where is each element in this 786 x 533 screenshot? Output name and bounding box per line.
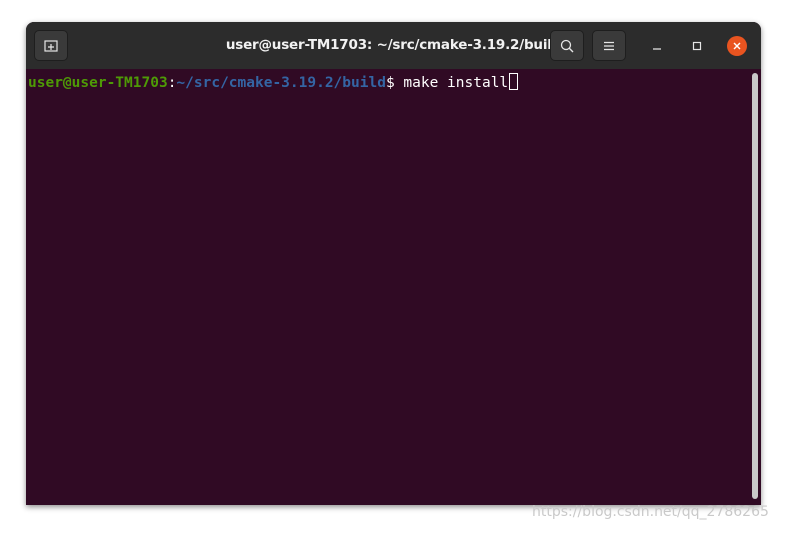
search-icon — [560, 39, 574, 52]
new-tab-icon — [44, 39, 58, 52]
watermark: https://blog.csdn.net/qq_2786265 — [532, 504, 769, 520]
command-line: user@user-TM1703:~/src/cmake-3.19.2/buil… — [28, 73, 519, 92]
terminal-area[interactable]: user@user-TM1703:~/src/cmake-3.19.2/buil… — [26, 69, 761, 505]
text-cursor — [509, 73, 519, 90]
prompt-user: user@user-TM1703 — [28, 75, 168, 91]
minimize-button[interactable] — [647, 36, 667, 56]
new-tab-button[interactable] — [34, 30, 68, 61]
vertical-scrollbar[interactable] — [752, 73, 758, 499]
menu-button[interactable] — [592, 30, 626, 61]
prompt-path: ~/src/cmake-3.19.2/build — [176, 75, 386, 91]
typed-command: make install — [403, 75, 509, 91]
close-button[interactable] — [727, 36, 747, 56]
maximize-icon — [692, 41, 702, 51]
close-icon — [733, 42, 741, 50]
search-button[interactable] — [550, 30, 584, 61]
hamburger-menu-icon — [604, 41, 614, 50]
prompt-dollar: $ — [385, 75, 404, 91]
minimize-icon — [653, 48, 661, 50]
terminal-window: user@user-TM1703: ~/src/cmake-3.19.2/bui… — [26, 22, 761, 505]
maximize-button[interactable] — [687, 36, 707, 56]
title-bar[interactable]: user@user-TM1703: ~/src/cmake-3.19.2/bui… — [26, 22, 761, 69]
